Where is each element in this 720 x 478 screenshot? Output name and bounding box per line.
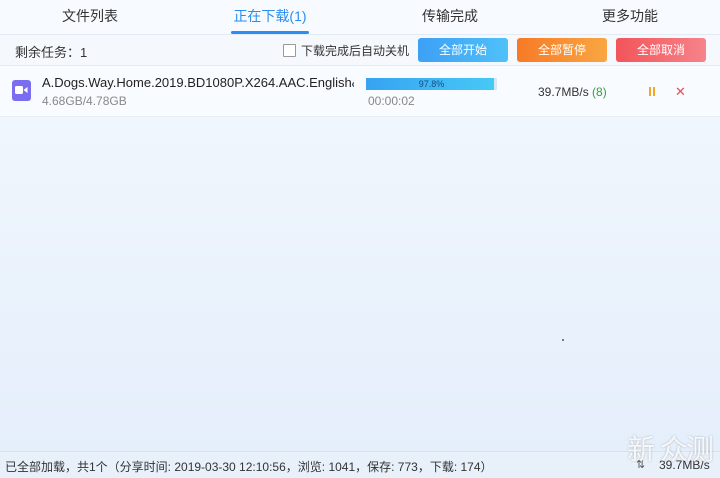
tab-more-features[interactable]: 更多功能 xyxy=(540,0,720,34)
file-size: 4.68GB/4.78GB xyxy=(42,94,127,108)
video-file-icon xyxy=(12,80,31,101)
speed-value: 39.7MB/s xyxy=(538,85,589,99)
status-info: 已全部加载，共1个（分享时间: 2019-03-30 12:10:56，浏览: … xyxy=(5,460,493,474)
download-row: A.Dogs.Way.Home.2019.BD1080P.X264.AAC.En… xyxy=(0,66,720,117)
progress-bar: 97.8% xyxy=(366,78,497,90)
cursor-dot xyxy=(562,339,564,341)
progress-percent: 97.8% xyxy=(418,79,445,89)
download-speed: 39.7MB/s (8) xyxy=(538,85,607,99)
elapsed-time: 00:00:02 xyxy=(368,94,415,108)
close-icon[interactable]: ✕ xyxy=(675,85,686,98)
remaining-tasks: 剩余任务：1 xyxy=(15,45,88,60)
auto-shutdown-label: 下载完成后自动关机 xyxy=(301,44,410,58)
file-name: A.Dogs.Way.Home.2019.BD1080P.X264.AAC.En… xyxy=(42,75,354,90)
auto-shutdown-option[interactable]: 下载完成后自动关机 xyxy=(283,42,409,59)
pause-all-button[interactable]: 全部暂停 xyxy=(517,38,607,62)
pause-icon[interactable] xyxy=(647,86,657,97)
peer-count: (8) xyxy=(592,85,607,99)
tab-file-list[interactable]: 文件列表 xyxy=(0,0,180,34)
start-all-button[interactable]: 全部开始 xyxy=(418,38,508,62)
tab-completed[interactable]: 传输完成 xyxy=(360,0,540,34)
toolbar: 剩余任务：1 下载完成后自动关机 全部开始 全部暂停 全部取消 xyxy=(0,35,720,66)
cancel-all-button[interactable]: 全部取消 xyxy=(616,38,706,62)
tab-bar: 文件列表 正在下载(1) 传输完成 更多功能 xyxy=(0,0,720,35)
status-bar: 已全部加载，共1个（分享时间: 2019-03-30 12:10:56，浏览: … xyxy=(0,451,720,478)
auto-shutdown-checkbox[interactable] xyxy=(283,44,296,57)
watermark-logo: 新 众测 xyxy=(627,433,714,466)
tab-downloading[interactable]: 正在下载(1) xyxy=(180,0,360,34)
